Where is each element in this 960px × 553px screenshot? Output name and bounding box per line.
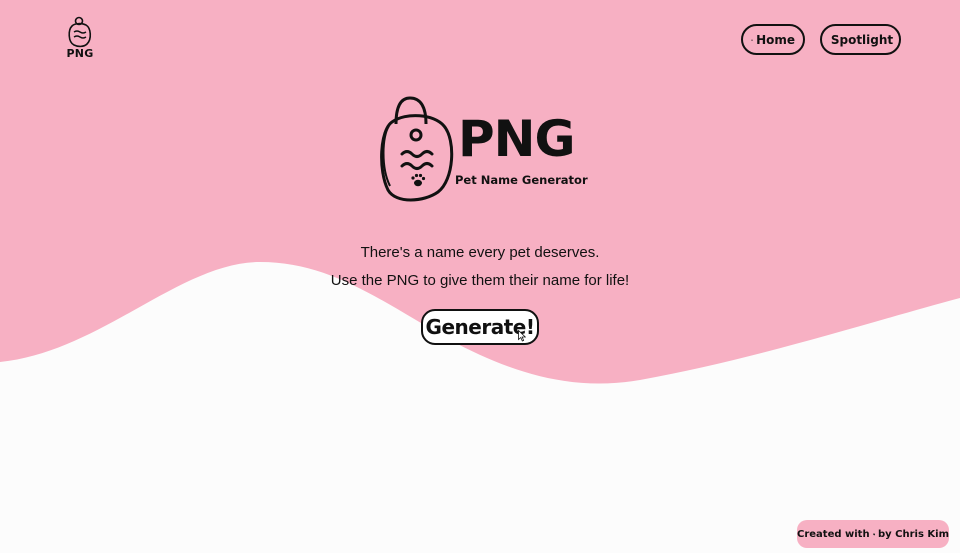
- footer-credit-prefix: Created with: [797, 528, 870, 540]
- tagline-primary: There's a name every pet deserves.: [360, 244, 600, 261]
- mouse-cursor-icon: [518, 330, 526, 342]
- nav-logo[interactable]: PNG: [62, 16, 98, 62]
- pet-tag-icon: [380, 96, 454, 202]
- heart-icon: [872, 532, 875, 536]
- nav-logo-text: PNG: [66, 47, 94, 60]
- hero-logo: PNG Pet Name Generator: [378, 96, 588, 204]
- paw-icon: [411, 173, 426, 187]
- tagline-secondary: Use the PNG to give them their name for …: [330, 272, 630, 289]
- home-button[interactable]: Home: [741, 24, 805, 55]
- spotlight-button[interactable]: Spotlight: [820, 24, 901, 55]
- pet-tag-icon: [68, 16, 92, 48]
- house-icon: [751, 38, 753, 41]
- spotlight-button-label: Spotlight: [830, 32, 894, 47]
- footer-credit-badge[interactable]: Created with by Chris Kim: [797, 520, 949, 548]
- home-button-label: Home: [756, 32, 795, 47]
- hero-title: PNG: [458, 110, 576, 168]
- footer-credit-suffix: by Chris Kim: [877, 528, 949, 540]
- hero-subtitle: Pet Name Generator: [455, 173, 588, 187]
